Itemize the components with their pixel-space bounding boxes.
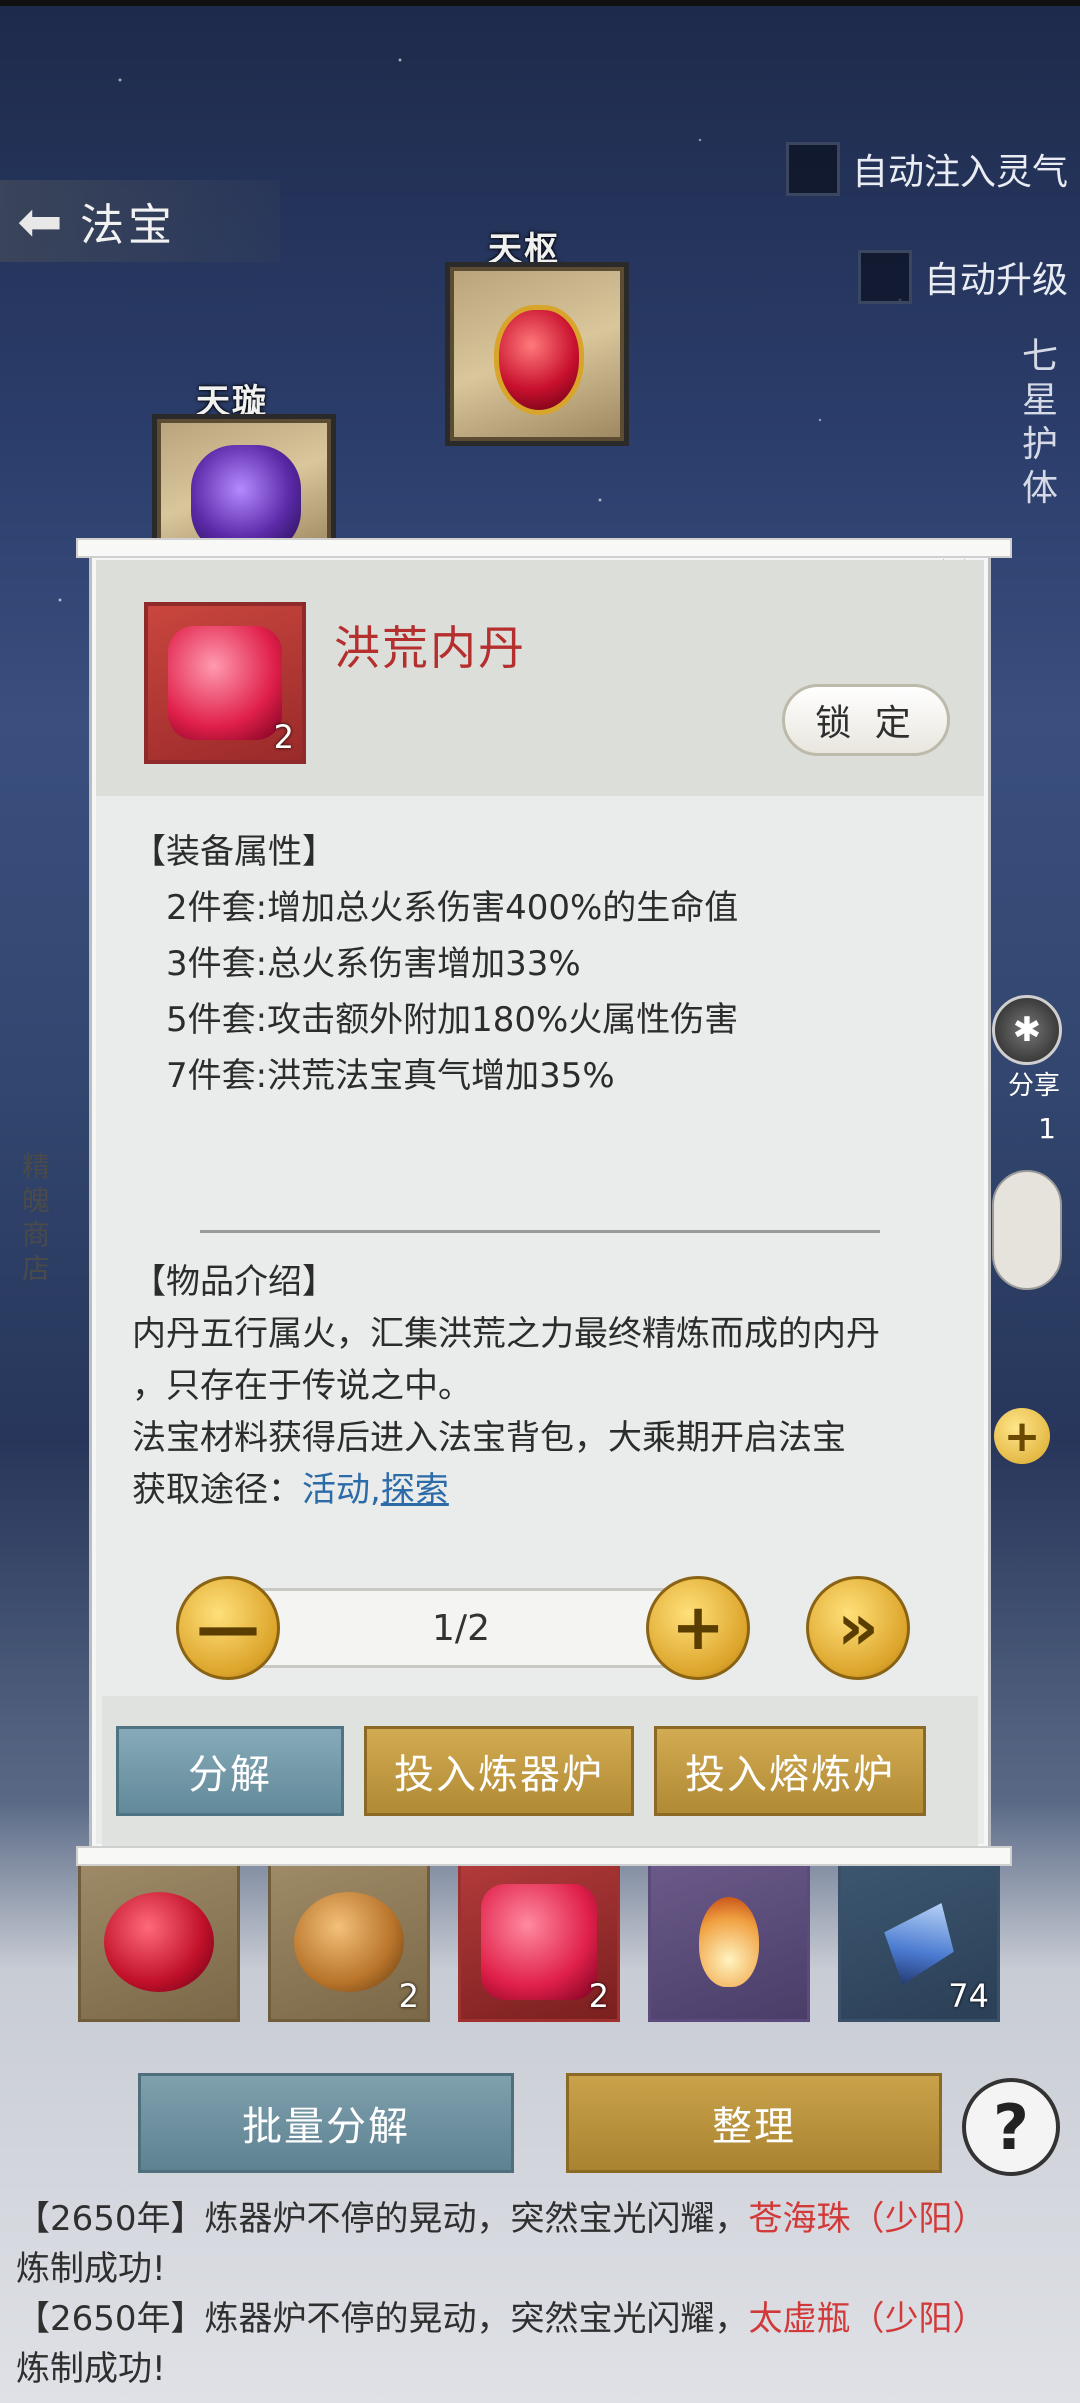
action-row: 分解 投入炼器炉 投入熔炼炉 xyxy=(102,1696,978,1846)
lock-button[interactable]: 锁 定 xyxy=(782,684,950,756)
log-entry: 【2650年】炼器炉不停的晃动，突然宝光闪耀，苍海珠（少阳） 炼制成功! xyxy=(16,2194,1066,2294)
bag-slot[interactable] xyxy=(78,1862,240,2022)
bag-slot[interactable]: 2 xyxy=(268,1862,430,2022)
bag-slot[interactable]: 74 xyxy=(838,1862,1000,2022)
share-label: 分享 xyxy=(1007,1071,1060,1101)
set-bonus-3: 3件套:总火系伤害增加33% xyxy=(166,944,581,984)
obtain-link-activity[interactable]: 活动 xyxy=(302,1470,370,1510)
minus-button[interactable]: — xyxy=(176,1576,280,1680)
bag-slot-selected[interactable]: 2 xyxy=(458,1862,620,2022)
set-bonus-2: 2件套:增加总火系伤害400%的生命值 xyxy=(166,888,739,928)
intro-line: 法宝材料获得后进入法宝背包，大乘期开启法宝 xyxy=(132,1418,846,1458)
slot-tianxuan[interactable] xyxy=(152,414,336,555)
add-coin-icon[interactable]: + xyxy=(994,1408,1050,1464)
popup-header: 2 洪荒内丹 锁 定 xyxy=(96,560,984,796)
share-icon[interactable]: ✱ xyxy=(992,995,1062,1065)
auto-upgrade-label: 自动升级 xyxy=(923,260,1068,301)
log-suffix: 炼制成功! xyxy=(16,2349,166,2389)
divider xyxy=(200,1230,880,1233)
plus-button[interactable]: + xyxy=(646,1576,750,1680)
log-item: 苍海珠（少阳） xyxy=(748,2199,987,2239)
auto-inject-checkbox[interactable] xyxy=(785,142,840,196)
auto-upgrade-option[interactable]: 自动升级 xyxy=(857,250,1068,304)
intro-line: ，只存在于传说之中。 xyxy=(132,1366,472,1406)
batch-decompose-button[interactable]: 批量分解 xyxy=(138,2073,514,2173)
item-detail-popup: ✖ 2 洪荒内丹 锁 定 【装备属性】 2件套:增加总火系伤害400%的生命值 … xyxy=(76,538,1012,1866)
obtain-prefix: 获取途径： xyxy=(132,1470,302,1510)
obtain-separator: , xyxy=(370,1470,381,1510)
forge-furnace-button[interactable]: 投入炼器炉 xyxy=(364,1726,634,1816)
flame-icon xyxy=(699,1897,759,1987)
page-title: 法宝 xyxy=(80,200,176,251)
red-core-icon xyxy=(481,1884,597,2000)
obtain-line: 获取途径：活动,探索 xyxy=(132,1464,962,1516)
quantity-stepper: 1/2 — + » xyxy=(176,1576,916,1686)
intro-line: 内丹五行属火，汇集洪荒之力最终精炼而成的内丹 xyxy=(132,1314,880,1354)
bag-count: 74 xyxy=(948,1977,989,2015)
auto-inject-label: 自动注入灵气 xyxy=(851,152,1068,193)
popup-scroll-top xyxy=(76,538,1012,558)
item-description: 内丹五行属火，汇集洪荒之力最终精炼而成的内丹 ，只存在于传说之中。 法宝材料获得… xyxy=(132,1308,962,1516)
bag-row: 2 2 74 xyxy=(78,1862,1000,2022)
auto-inject-option[interactable]: 自动注入灵气 xyxy=(785,142,1068,196)
bag-count: 2 xyxy=(398,1977,419,2015)
smelt-furnace-button[interactable]: 投入熔炼炉 xyxy=(654,1726,926,1816)
help-icon[interactable]: ? xyxy=(962,2078,1060,2176)
max-button[interactable]: » xyxy=(806,1576,910,1680)
quantity-value: 1/2 xyxy=(236,1588,686,1668)
auto-upgrade-checkbox[interactable] xyxy=(857,250,912,304)
slot-tianshu[interactable] xyxy=(445,262,629,446)
emblem-icon[interactable] xyxy=(992,1170,1062,1290)
obtain-link-explore[interactable]: 探索 xyxy=(381,1470,449,1510)
decompose-button[interactable]: 分解 xyxy=(116,1726,344,1816)
log-entry: 【2650年】炼器炉不停的晃动，突然宝光闪耀，太虚瓶（少阳） 炼制成功! xyxy=(16,2294,1066,2394)
sort-button[interactable]: 整理 xyxy=(566,2073,942,2173)
set-bonus-7: 7件套:洪荒法宝真气增加35% xyxy=(166,1056,615,1096)
bag-slot[interactable] xyxy=(648,1862,810,2022)
equip-attr-header: 【装备属性】 xyxy=(132,832,336,872)
header-bar: ⬅ 法宝 xyxy=(0,180,280,262)
item-name: 洪荒内丹 xyxy=(334,621,526,675)
log-item: 太虚瓶（少阳） xyxy=(748,2299,987,2339)
set-bonus-5: 5件套:攻击额外附加180%火属性伤害 xyxy=(166,1000,739,1040)
spirit-shop-tab[interactable]: 精魄商店 xyxy=(14,1150,58,1286)
red-pill-icon xyxy=(104,1892,214,1992)
red-gem-icon xyxy=(494,305,584,415)
red-core-icon xyxy=(168,626,282,740)
status-bar xyxy=(0,0,1080,6)
share-count: 1 xyxy=(1038,1112,1056,1145)
popup-scroll-bottom xyxy=(76,1846,1012,1866)
seven-star-tab[interactable]: 七星护体 xyxy=(1018,335,1062,511)
log-text: 【2650年】炼器炉不停的晃动，突然宝光闪耀， xyxy=(16,2199,749,2239)
item-count: 2 xyxy=(273,718,294,756)
intro-header: 【物品介绍】 xyxy=(132,1262,336,1302)
item-icon: 2 xyxy=(144,602,306,764)
back-arrow-icon[interactable]: ⬅ xyxy=(0,190,80,253)
bag-count: 2 xyxy=(588,1977,609,2015)
log-suffix: 炼制成功! xyxy=(16,2249,166,2289)
orange-pill-icon xyxy=(294,1892,404,1992)
log-text: 【2650年】炼器炉不停的晃动，突然宝光闪耀， xyxy=(16,2299,749,2339)
